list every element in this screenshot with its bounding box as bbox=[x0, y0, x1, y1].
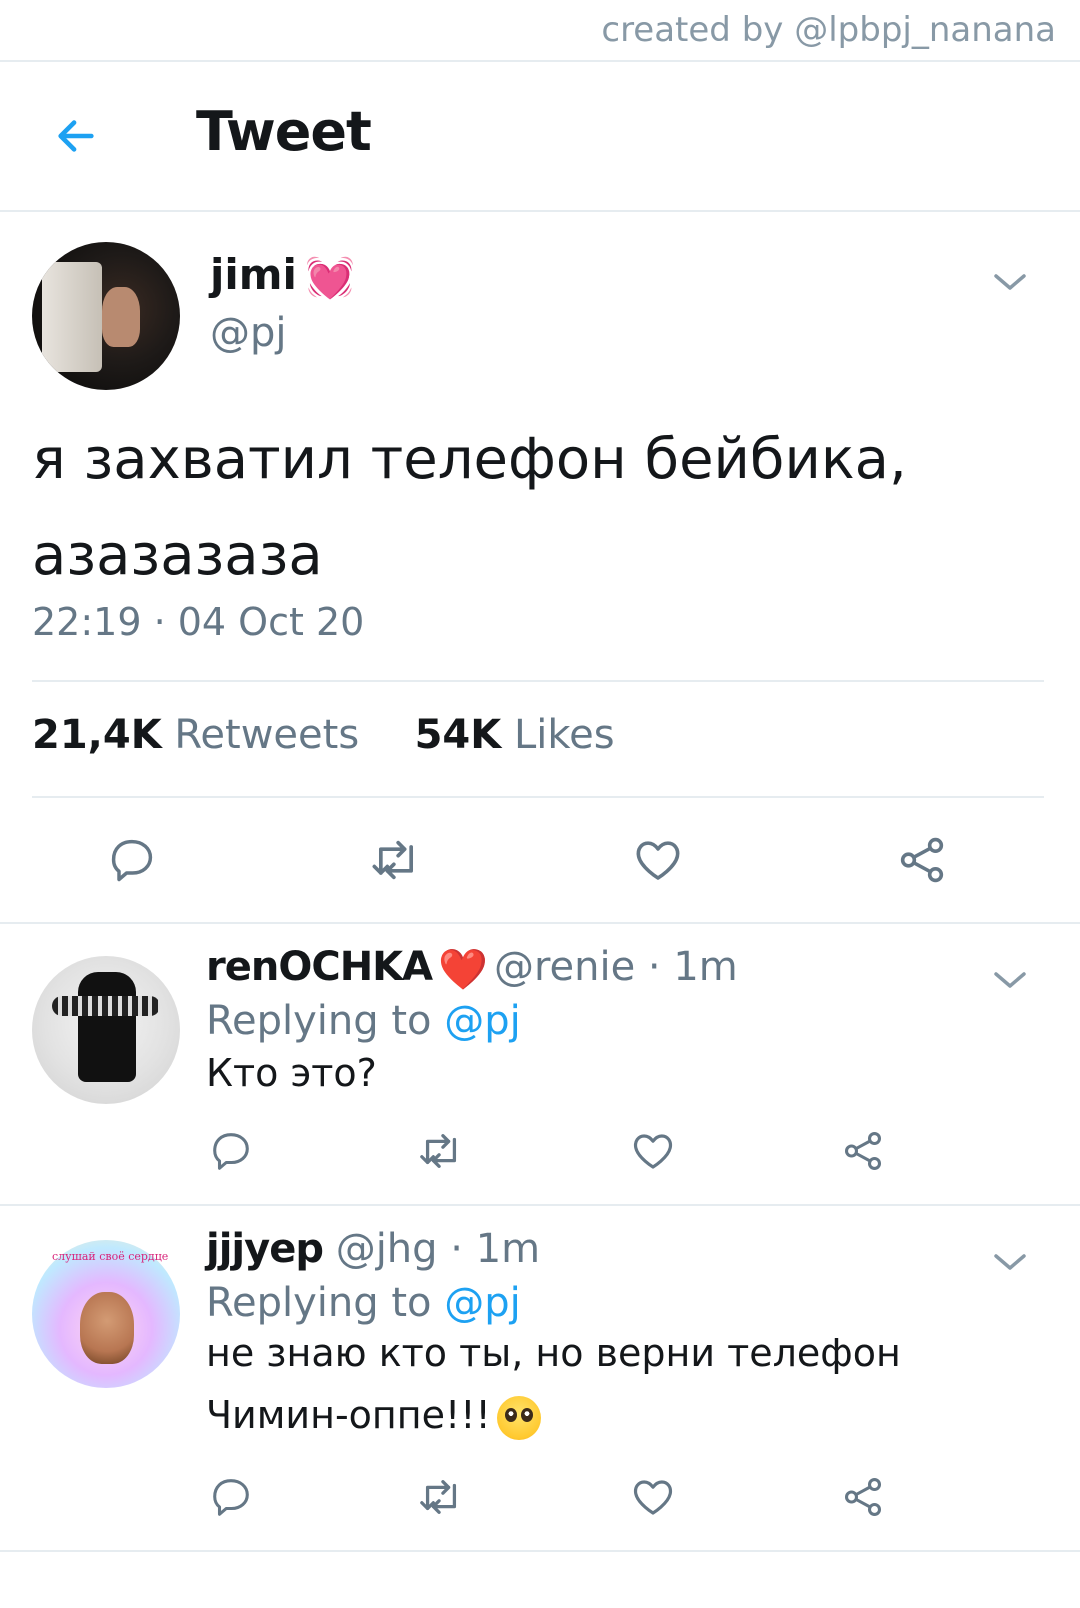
credit-watermark: created by @lpbpj_nanana bbox=[601, 10, 1056, 50]
mention-link[interactable]: @pj bbox=[444, 998, 521, 1044]
reply-author-line[interactable]: renOCHKA ❤️ @renie · 1m bbox=[206, 944, 738, 993]
tweet-stats: 21,4K Retweets 54K Likes bbox=[32, 712, 615, 758]
chevron-down-icon bbox=[994, 972, 1026, 988]
reply-author-name: renOCHKA bbox=[206, 944, 433, 990]
arrow-left-icon bbox=[58, 120, 94, 152]
reply-divider bbox=[0, 1204, 1080, 1206]
reply-menu-button[interactable] bbox=[990, 1248, 1030, 1276]
retweet-stat[interactable]: 21,4K Retweets bbox=[32, 712, 359, 758]
replying-to: Replying to @pj bbox=[206, 998, 521, 1044]
retweet-count: 21,4K bbox=[32, 712, 162, 758]
comment-icon bbox=[111, 839, 153, 882]
back-button[interactable] bbox=[48, 108, 104, 164]
reply-author-handle: @renie · 1m bbox=[493, 944, 738, 990]
retweet-icon bbox=[420, 1480, 457, 1514]
reply-author-handle: @jhg · 1m bbox=[335, 1226, 541, 1272]
red-heart-emoji: ❤️ bbox=[438, 946, 488, 993]
replying-to-label: Replying to bbox=[206, 998, 432, 1044]
comment-icon bbox=[213, 1133, 249, 1170]
main-tweet-divider bbox=[0, 922, 1080, 924]
bottom-divider bbox=[0, 1550, 1080, 1552]
tweet-timestamp: 22:19 · 04 Oct 20 bbox=[32, 600, 365, 644]
comment-icon bbox=[213, 1479, 249, 1516]
heart-icon bbox=[633, 1134, 673, 1169]
reply-menu-button[interactable] bbox=[990, 966, 1030, 994]
heart-icon bbox=[633, 1480, 673, 1515]
like-stat[interactable]: 54K Likes bbox=[415, 712, 615, 758]
author-handle[interactable]: @pj bbox=[210, 310, 287, 356]
tweet-text: я захватил телефон бейбика, азазазаза bbox=[32, 412, 1012, 604]
retweet-button[interactable] bbox=[414, 1472, 468, 1522]
header-divider bbox=[0, 210, 1080, 212]
retweet-button[interactable] bbox=[414, 1126, 468, 1176]
like-button[interactable] bbox=[628, 1126, 678, 1176]
replying-to: Replying to @pj bbox=[206, 1280, 521, 1326]
sparkling-heart-emoji: 💓 bbox=[304, 255, 355, 301]
replying-to-label: Replying to bbox=[206, 1280, 432, 1326]
reply-text-line-content: Чимин-оппе!!! bbox=[206, 1393, 491, 1437]
chevron-down-icon bbox=[994, 274, 1026, 290]
share-button[interactable] bbox=[892, 830, 952, 890]
reply-button[interactable] bbox=[102, 830, 162, 890]
page-title: Tweet bbox=[196, 100, 372, 163]
heart-icon bbox=[636, 841, 680, 880]
tweet-text-line: азазазаза bbox=[32, 523, 323, 588]
retweet-icon bbox=[420, 1134, 457, 1168]
retweet-icon bbox=[372, 840, 414, 880]
like-button[interactable] bbox=[628, 830, 688, 890]
reply-author-name: jjjyep bbox=[206, 1226, 324, 1272]
reply-button[interactable] bbox=[206, 1472, 256, 1522]
like-count: 54K bbox=[414, 712, 502, 758]
author-name[interactable]: jimi 💓 bbox=[210, 250, 355, 301]
top-divider bbox=[0, 60, 1080, 62]
retweet-button[interactable] bbox=[366, 830, 426, 890]
pleading-face-emoji bbox=[496, 1395, 541, 1440]
mention-link[interactable]: @pj bbox=[444, 1280, 521, 1326]
reply-text-line: не знаю кто ты, но верни телефон bbox=[206, 1331, 901, 1375]
share-icon bbox=[844, 1478, 882, 1516]
chevron-down-icon bbox=[994, 1254, 1026, 1270]
reply-author-line[interactable]: jjjyep @jhg · 1m bbox=[206, 1226, 540, 1272]
like-label: Likes bbox=[513, 712, 615, 758]
reply-text-line: Чимин-оппе!!! bbox=[206, 1384, 901, 1446]
reply-button[interactable] bbox=[206, 1126, 256, 1176]
retweet-label: Retweets bbox=[174, 712, 360, 758]
tweet-menu-button[interactable] bbox=[990, 268, 1030, 296]
avatar-caption: слушай своё сердце bbox=[52, 1250, 169, 1263]
share-icon bbox=[900, 837, 944, 883]
share-button[interactable] bbox=[838, 1472, 888, 1522]
share-icon bbox=[844, 1132, 882, 1170]
stats-bottom-divider bbox=[32, 796, 1044, 798]
author-name-text: jimi bbox=[210, 250, 297, 299]
share-button[interactable] bbox=[838, 1126, 888, 1176]
reply-avatar[interactable] bbox=[32, 956, 180, 1104]
like-button[interactable] bbox=[628, 1472, 678, 1522]
author-avatar[interactable] bbox=[32, 242, 180, 390]
tweet-text-line: я захватил телефон бейбика, bbox=[32, 427, 907, 492]
reply-text: Кто это? bbox=[206, 1051, 377, 1095]
stats-top-divider bbox=[32, 680, 1044, 682]
reply-text: не знаю кто ты, но верни телефон Чимин-о… bbox=[206, 1322, 901, 1446]
